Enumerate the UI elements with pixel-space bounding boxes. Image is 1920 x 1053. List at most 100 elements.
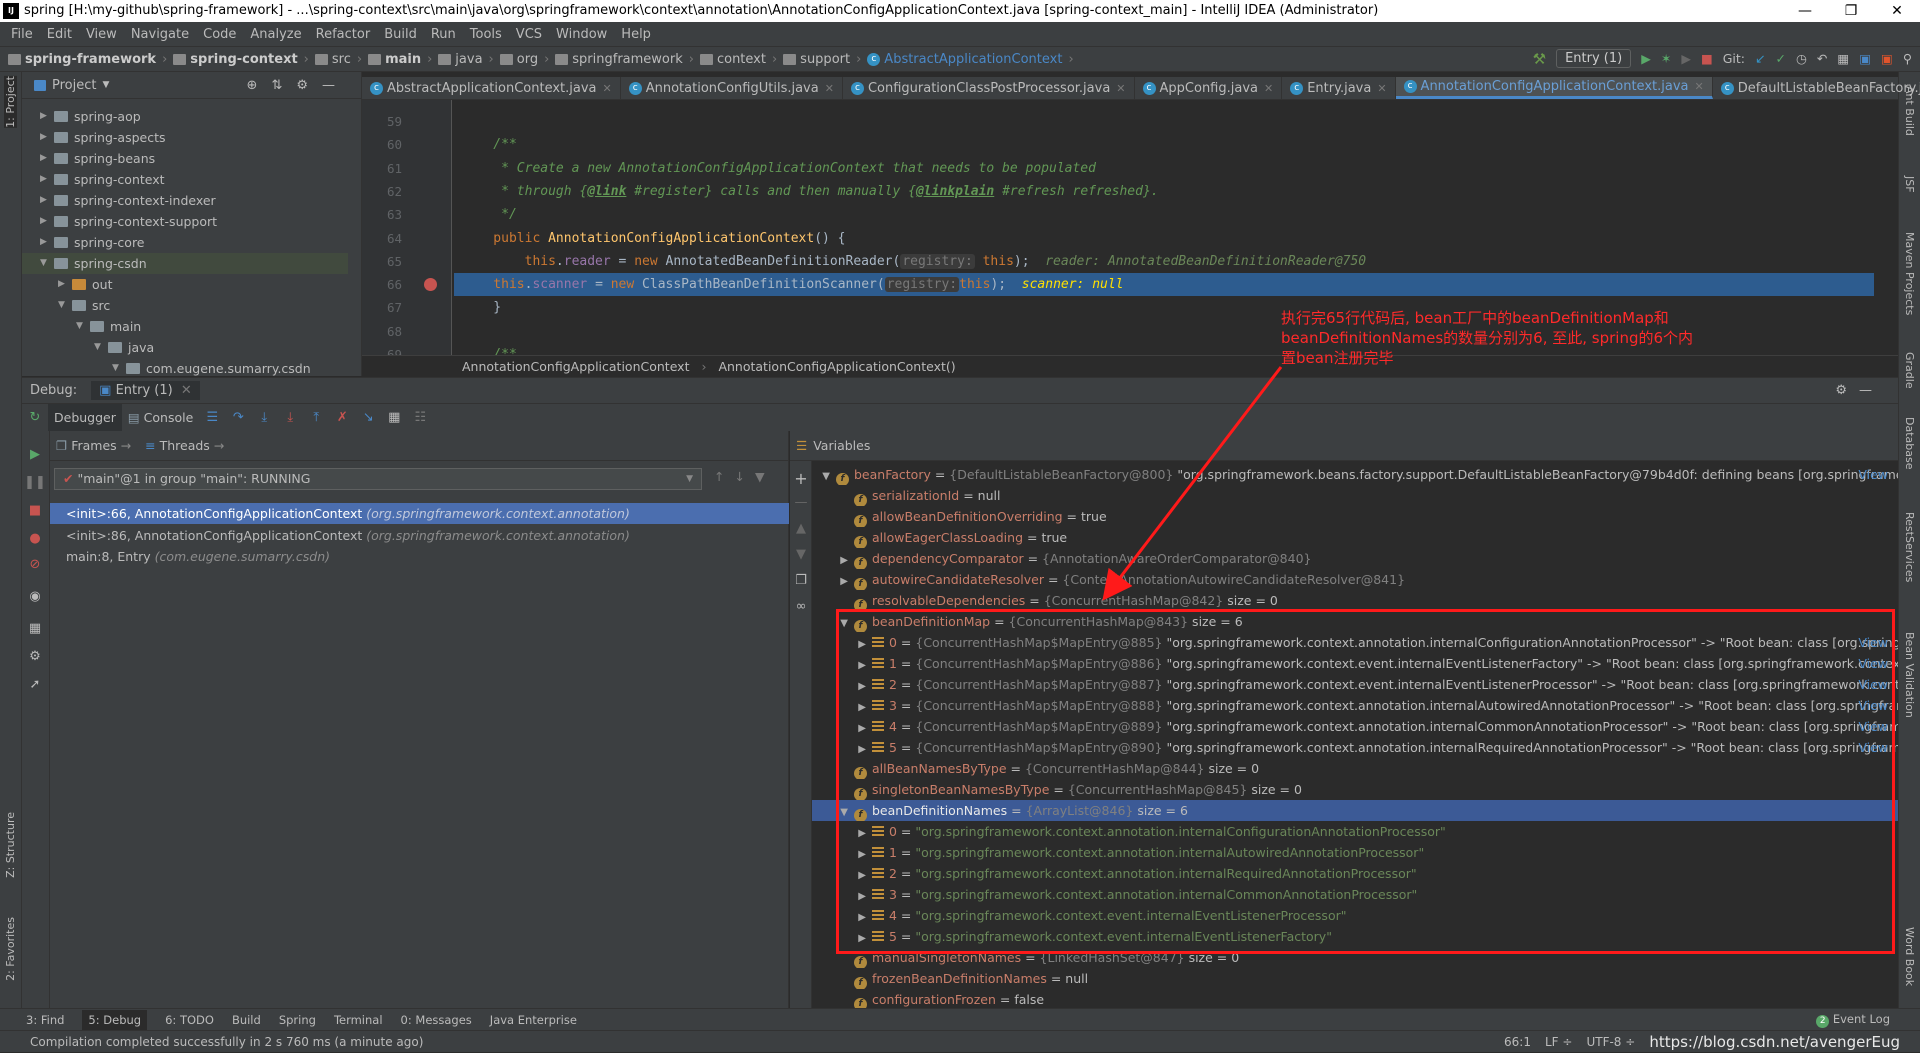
restore-button[interactable]: ❐	[1828, 0, 1874, 22]
collapsed-arrow-icon[interactable]: ▶	[40, 232, 52, 253]
event-log-button[interactable]: 2 Event Log	[1816, 1012, 1890, 1028]
breadcrumb-main[interactable]: main ›	[368, 52, 432, 67]
move-up-icon[interactable]: ▲	[788, 521, 814, 536]
stop-icon[interactable]: ■	[1701, 51, 1713, 66]
rerun-icon[interactable]: ↻	[22, 410, 48, 425]
stop-debug-icon[interactable]: ■	[22, 503, 48, 518]
project-tree-item[interactable]: ▶ spring-context-indexer	[40, 190, 216, 211]
menu-run[interactable]: Run	[424, 27, 463, 42]
git-revert-icon[interactable]: ↶	[1817, 51, 1827, 66]
variable-row[interactable]: f frozenBeanDefinitionNames = null	[812, 968, 1898, 989]
project-tree-item[interactable]: ▶ spring-aspects	[40, 127, 166, 148]
tab-annotationconfigapplicationcontext[interactable]: c AnnotationConfigApplicationContext.java…	[1395, 77, 1713, 99]
collapsed-arrow-icon[interactable]: ▶	[40, 169, 52, 190]
run-config-select[interactable]: Entry (1)	[1556, 49, 1632, 68]
gradle-tool-button[interactable]: Gradle	[1903, 352, 1916, 389]
breadcrumb-org[interactable]: org ›	[499, 52, 549, 67]
project-tree-item[interactable]: ▶ spring-context	[40, 169, 165, 190]
breadcrumb-springframework[interactable]: springframework ›	[555, 52, 694, 67]
expanded-arrow-icon[interactable]: ▼	[76, 316, 88, 337]
show-execution-point-icon[interactable]: ☰	[199, 410, 225, 425]
editor-breadcrumb-class[interactable]: AnnotationConfigApplicationContext	[462, 359, 689, 374]
variable-row[interactable]: f configurationFrozen = false	[812, 989, 1898, 1010]
new-watch-icon[interactable]: +	[788, 469, 814, 488]
tab-debugger[interactable]: Debugger	[48, 403, 122, 432]
project-tree-item[interactable]: ▼ spring-csdn	[22, 253, 348, 274]
collapsed-arrow-icon[interactable]: ▶	[40, 127, 52, 148]
tab-abstractapplicationcontext[interactable]: c AbstractApplicationContext.java ✕	[362, 77, 621, 99]
maven-tool-button[interactable]: Maven Projects	[1903, 232, 1916, 315]
project-tree-item[interactable]: ▶ spring-core	[40, 232, 145, 253]
project-tree-item[interactable]: ▶ spring-context-support	[40, 211, 217, 232]
tab-console[interactable]: ▤ Console	[122, 410, 199, 425]
tool-button-find[interactable]: 3: Find	[26, 1013, 64, 1027]
camera-icon[interactable]: ◉	[22, 589, 48, 604]
trace-icon[interactable]: ☷	[407, 410, 433, 425]
evaluate-expression-icon[interactable]: ▦	[381, 410, 407, 425]
collapsed-arrow-icon[interactable]: ▶	[40, 148, 52, 169]
pin-icon[interactable]: ➚	[22, 677, 48, 692]
tab-annotationconfigutils[interactable]: c AnnotationConfigUtils.java ✕	[621, 77, 843, 99]
project-tree-item[interactable]: ▼ java	[94, 337, 154, 358]
collapsed-arrow-icon[interactable]: ▶	[58, 274, 70, 295]
menu-analyze[interactable]: Analyze	[243, 27, 308, 42]
frame-row[interactable]: <init>:66, AnnotationConfigApplicationCo…	[50, 503, 789, 524]
run-to-cursor-icon[interactable]: ↘	[355, 410, 381, 425]
menu-refactor[interactable]: Refactor	[309, 27, 378, 42]
tab-threads[interactable]: ≡ Threads →	[145, 438, 224, 453]
project-tool-button[interactable]: 1: Project	[4, 76, 17, 128]
run-coverage-icon[interactable]: ▶	[1681, 51, 1691, 66]
project-tree-item[interactable]: ▶ spring-aop	[40, 106, 141, 127]
variable-row[interactable]: f serializationId = null	[812, 485, 1898, 506]
view-breakpoints-icon[interactable]: ●	[22, 531, 48, 546]
breakpoint-icon[interactable]	[424, 278, 437, 292]
glasses-icon[interactable]: ∞	[788, 599, 814, 614]
project-tree-item[interactable]: ▶ out	[58, 274, 112, 295]
search-icon[interactable]: ⚲	[1903, 51, 1912, 66]
view-link[interactable]: View	[1858, 464, 1888, 485]
project-view-select[interactable]: Project	[52, 78, 96, 93]
tool-button-spring[interactable]: Spring	[279, 1013, 316, 1027]
move-down-icon[interactable]: ▼	[788, 547, 814, 562]
menu-file[interactable]: File	[4, 27, 40, 42]
variable-row[interactable]: f resolvableDependencies = {ConcurrentHas…	[812, 590, 1898, 611]
collapsed-arrow-icon[interactable]: ▶	[40, 190, 52, 211]
collapsed-arrow-icon[interactable]: ▶	[40, 211, 52, 232]
menu-window[interactable]: Window	[549, 27, 614, 42]
git-update-icon[interactable]: ↙	[1755, 51, 1765, 66]
breadcrumb-spring-framework[interactable]: spring-framework ›	[8, 52, 167, 67]
resume-icon[interactable]: ▶	[22, 447, 48, 462]
tab-frames[interactable]: ❐ Frames →	[56, 438, 131, 453]
word-book-tool-button[interactable]: Word Book	[1903, 927, 1916, 986]
tool-button-java-enterprise[interactable]: Java Enterprise	[490, 1013, 577, 1027]
line-separator[interactable]: LF ÷	[1545, 1031, 1572, 1053]
breadcrumb-spring-context[interactable]: spring-context ›	[173, 52, 309, 67]
file-encoding[interactable]: UTF-8 ÷	[1586, 1031, 1635, 1053]
git-history-icon[interactable]: ◷	[1796, 51, 1807, 66]
frame-row[interactable]: main:8, Entry (com.eugene.sumarry.csdn)	[50, 546, 789, 567]
chevron-down-icon[interactable]: ▼	[102, 80, 109, 90]
breadcrumb-src[interactable]: src ›	[314, 52, 362, 67]
variable-row[interactable]: f allowEagerClassLoading = true	[812, 527, 1898, 548]
tool-button-todo[interactable]: 6: TODO	[165, 1013, 214, 1027]
project-tree-item[interactable]: ▼ src	[58, 295, 110, 316]
mute-breakpoints-icon[interactable]: ⊘	[22, 557, 48, 572]
force-step-into-icon[interactable]: ⤓	[277, 410, 303, 425]
variable-row[interactable]: ▼ f beanFactory = {DefaultListableBeanFact…	[812, 464, 1898, 485]
menu-navigate[interactable]: Navigate	[124, 27, 196, 42]
collapsed-arrow-icon[interactable]: ▶	[40, 106, 52, 127]
editor-breadcrumb-method[interactable]: AnnotationConfigApplicationContext()	[718, 359, 955, 374]
variable-row[interactable]: ▶ f dependencyComparator = {AnnotationAwar…	[812, 548, 1898, 569]
tab-appconfig[interactable]: c AppConfig.java ✕	[1135, 77, 1283, 99]
debug-settings-icon[interactable]: ⚙—	[1835, 383, 1884, 398]
translate-icon[interactable]: ▣	[1859, 51, 1871, 66]
git-commit-icon[interactable]: ✓	[1776, 51, 1786, 66]
minimize-button[interactable]: —	[1782, 0, 1828, 22]
close-tab-icon[interactable]: ✕	[1694, 80, 1703, 93]
tab-defaultlistablebeanfactory[interactable]: cDefaultListableBeanFactory.java✕	[1713, 77, 1920, 99]
breadcrumb-support[interactable]: support ›	[783, 52, 861, 67]
close-tab-icon[interactable]: ✕	[1377, 82, 1386, 95]
breadcrumb-AbstractApplicationContext[interactable]: c AbstractApplicationContext ›	[867, 52, 1074, 67]
tool-button-terminal[interactable]: Terminal	[334, 1013, 383, 1027]
expanded-arrow-icon[interactable]: ▼	[812, 466, 836, 485]
